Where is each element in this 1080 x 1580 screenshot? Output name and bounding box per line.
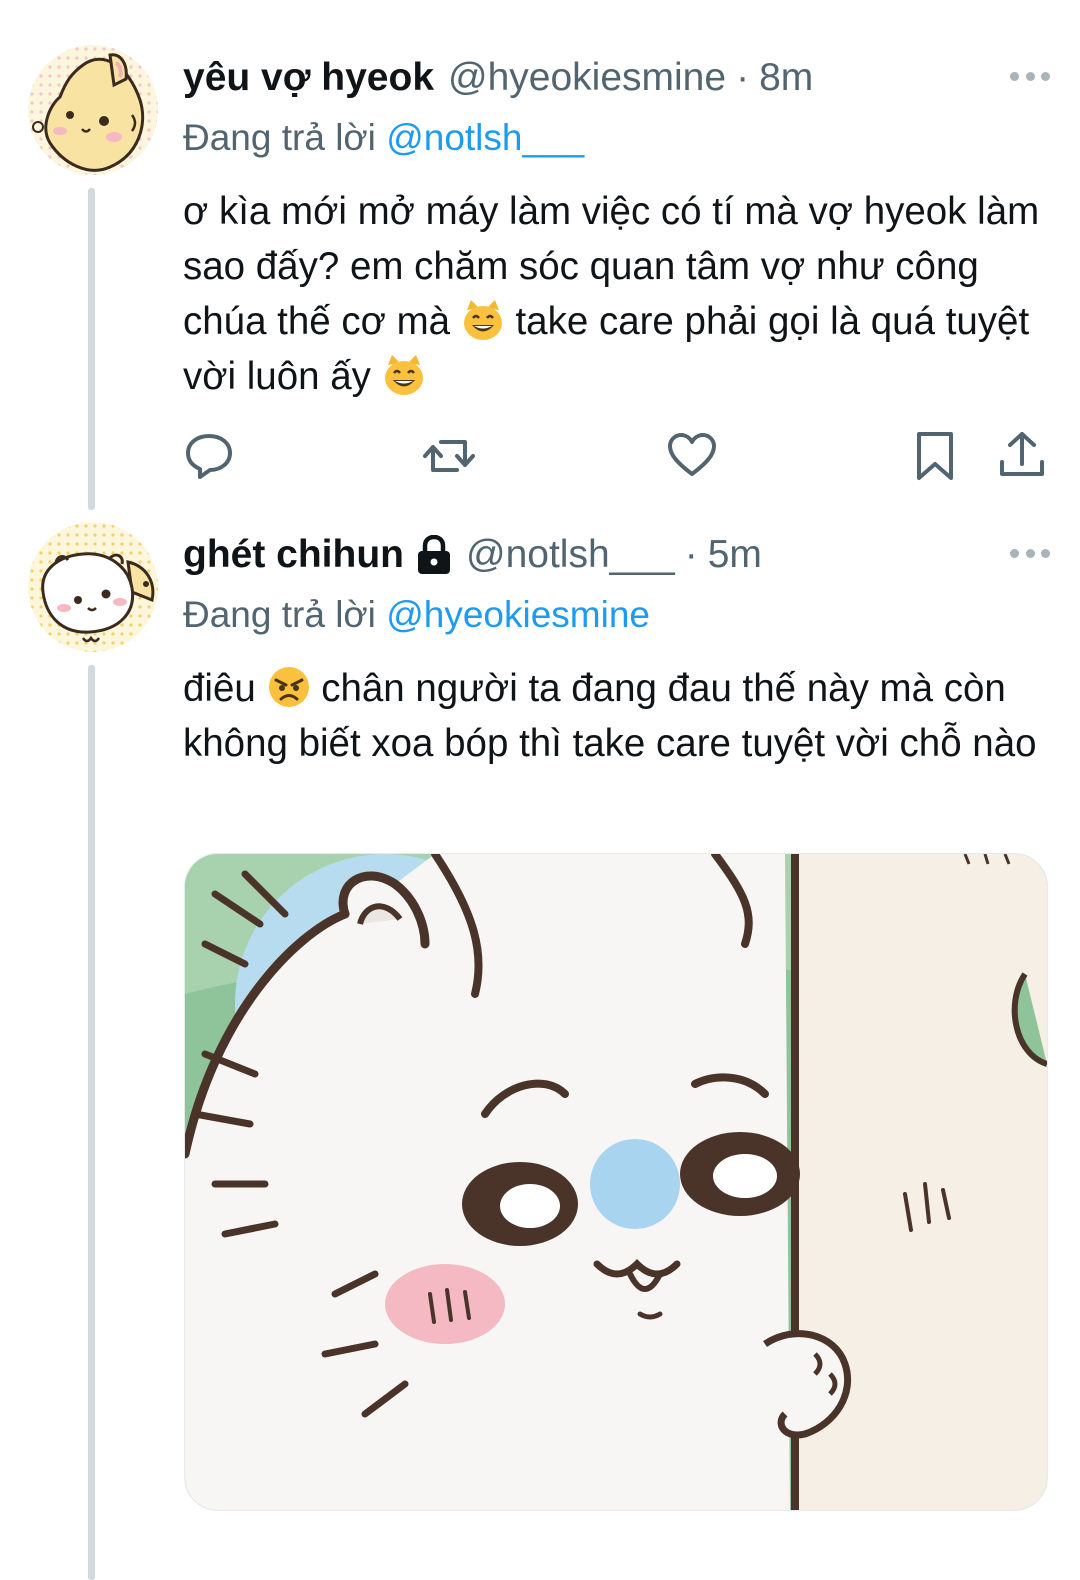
avatar-hamster[interactable] bbox=[28, 522, 158, 652]
replying-prefix: Đang trả lời bbox=[183, 117, 376, 158]
tweet-text-part: điêu bbox=[183, 667, 267, 710]
replying-to-line: Đang trả lời @hyeokiesmine bbox=[183, 594, 650, 636]
avatar-rabbit[interactable] bbox=[28, 45, 158, 175]
user-handle[interactable]: @notlsh___ bbox=[466, 533, 675, 577]
display-name[interactable]: yêu vợ hyeok bbox=[183, 56, 434, 100]
display-name[interactable]: ghét chihun bbox=[183, 533, 404, 577]
mention-link[interactable]: @hyeokiesmine bbox=[386, 594, 650, 635]
mention-link[interactable]: @notlsh___ bbox=[386, 117, 584, 158]
like-icon[interactable] bbox=[666, 430, 718, 482]
tweet-text: điêu chân người ta đang đau thế này mà c… bbox=[183, 661, 1053, 771]
tweet-text-part: chân người ta đang đau thế này mà còn kh… bbox=[183, 667, 1037, 765]
separator-dot: · bbox=[684, 533, 698, 576]
thread-connector-line bbox=[88, 188, 95, 510]
replying-prefix: Đang trả lời bbox=[183, 594, 376, 635]
grinning-cat-emoji bbox=[384, 355, 423, 395]
tweet-header: ghét chihun @notlsh___ · 5m bbox=[183, 525, 762, 585]
thread-connector-line bbox=[88, 665, 95, 1580]
user-handle[interactable]: @hyeokiesmine bbox=[448, 56, 726, 100]
timestamp[interactable]: 8m bbox=[759, 56, 813, 100]
more-options-icon[interactable] bbox=[1010, 66, 1050, 86]
tweet-header: yêu vợ hyeok @hyeokiesmine · 8m bbox=[183, 48, 813, 108]
tweet-actions bbox=[183, 430, 1053, 490]
more-options-icon[interactable] bbox=[1010, 543, 1050, 563]
reply-icon[interactable] bbox=[183, 430, 235, 482]
replying-to-line: Đang trả lời @notlsh___ bbox=[183, 117, 584, 159]
cartoon-hamster-peeking-image[interactable] bbox=[184, 853, 1048, 1511]
lock-icon bbox=[417, 535, 450, 574]
retweet-icon[interactable] bbox=[423, 430, 475, 482]
grinning-cat-emoji bbox=[463, 300, 502, 340]
tweet-text: ơ kìa mới mở máy làm việc có tí mà vợ hy… bbox=[183, 184, 1053, 404]
bookmark-icon[interactable] bbox=[909, 430, 961, 482]
timestamp[interactable]: 5m bbox=[708, 533, 762, 577]
share-icon[interactable] bbox=[996, 430, 1048, 482]
separator-dot: · bbox=[736, 56, 750, 99]
angry-face-emoji bbox=[268, 667, 309, 707]
